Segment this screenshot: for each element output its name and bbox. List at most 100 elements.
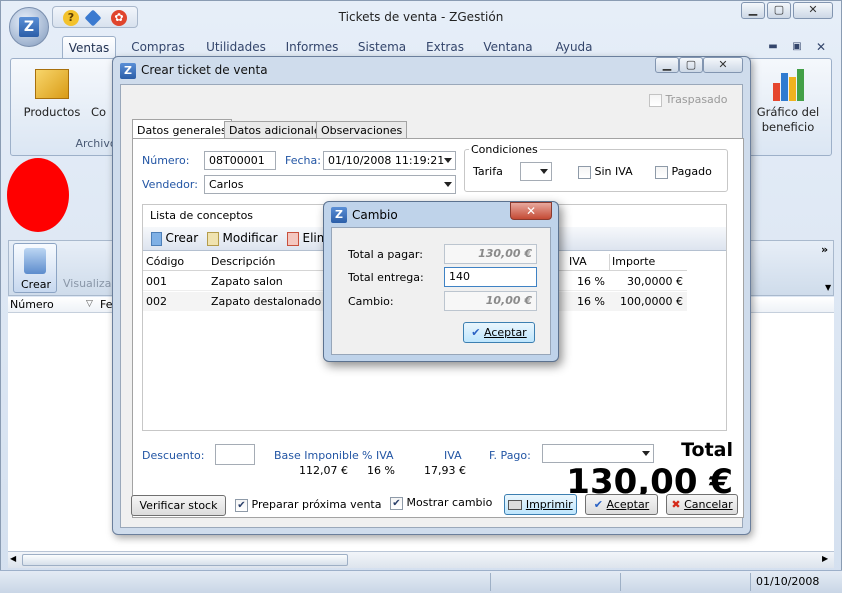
crear-concepto-button[interactable]: Crear — [151, 231, 198, 246]
document-add-icon — [24, 248, 46, 274]
descuento-input[interactable] — [215, 444, 255, 465]
col-iva[interactable]: IVA — [569, 255, 587, 268]
row-importe: 100,0000 € — [620, 295, 683, 308]
scroll-thumb[interactable] — [22, 554, 348, 566]
verificar-stock-button[interactable]: Verificar stock — [131, 495, 226, 516]
col-descripcion[interactable]: Descripción — [211, 255, 275, 268]
box-icon — [35, 69, 69, 99]
filter-icon[interactable]: ▽ — [86, 299, 93, 309]
cancelar-label: Cancelar — [684, 498, 733, 511]
diamond-icon[interactable] — [84, 9, 102, 27]
maximize-button[interactable]: ▢ — [767, 2, 791, 19]
scroll-right-icon[interactable]: ▶ — [822, 554, 828, 563]
red-circle-shape — [7, 158, 69, 232]
base-imponible-label: Base Imponible — [274, 449, 359, 462]
traspasado-checkbox[interactable]: Traspasado — [649, 93, 728, 107]
aceptar-button[interactable]: ✔ Aceptar — [585, 494, 658, 515]
pagado-checkbox[interactable]: Pagado — [655, 165, 712, 179]
chevron-down-icon — [642, 451, 650, 456]
vendedor-value: Carlos — [209, 178, 244, 191]
sin-iva-checkbox[interactable]: Sin IVA — [578, 165, 633, 179]
zgestion-icon: Z — [331, 207, 347, 223]
printer-icon — [508, 500, 523, 510]
fpago-label: F. Pago: — [489, 449, 531, 462]
chevron-down-icon — [540, 169, 548, 174]
tab-ayuda[interactable]: Ayuda — [548, 36, 600, 58]
total-entrega-input[interactable]: 140 — [444, 267, 537, 287]
total-label: Total — [681, 439, 733, 461]
condiciones-label: Condiciones — [469, 143, 540, 156]
tab-utilidades[interactable]: Utilidades — [202, 36, 270, 58]
row-descripcion: Zapato salon — [211, 275, 283, 288]
tab-ventana[interactable]: Ventana — [480, 36, 536, 58]
total-pagar-label: Total a pagar: — [348, 248, 423, 261]
cancelar-button[interactable]: ✖ Cancelar — [666, 494, 738, 515]
minimize-button[interactable]: ▁ — [741, 2, 765, 19]
cambio-aceptar-button[interactable]: ✔ Aceptar — [463, 322, 535, 343]
cambio-close-button[interactable]: ✕ — [510, 202, 552, 220]
cambio-aceptar-label: Aceptar — [484, 326, 527, 339]
fecha-input[interactable]: 01/10/2008 11:19:21 — [323, 151, 456, 170]
imprimir-button[interactable]: Imprimir — [504, 494, 577, 515]
tab-sistema[interactable]: Sistema — [356, 36, 408, 58]
edit-icon — [207, 232, 219, 246]
tab-informes[interactable]: Informes — [282, 36, 342, 58]
pct-iva-value: 16 % — [367, 464, 395, 477]
close-button[interactable]: ✕ — [793, 2, 833, 19]
app-logo-icon: Z — [19, 17, 39, 37]
modificar-concepto-label: Modificar — [222, 231, 278, 245]
mdi-minimize-button[interactable]: ▬ — [764, 36, 782, 58]
total-pagar-field: 130,00 € — [444, 244, 537, 264]
col-importe[interactable]: Importe — [612, 255, 655, 268]
crear-list-button[interactable]: Crear — [13, 243, 57, 293]
scroll-left-icon[interactable]: ◀ — [10, 554, 16, 563]
preparar-proxima-venta-checkbox[interactable]: Preparar próxima venta — [235, 498, 381, 512]
mdi-close-button[interactable]: ✕ — [812, 36, 830, 58]
mdi-restore-button[interactable]: ▣ — [788, 36, 806, 58]
chevron-down-icon — [444, 158, 452, 163]
award-icon[interactable]: ✿ — [111, 10, 127, 26]
col-numero[interactable]: Número — [10, 298, 54, 311]
iva-label: IVA — [444, 449, 462, 462]
tarifa-select[interactable] — [520, 162, 552, 181]
tab-ventas[interactable]: Ventas — [62, 36, 116, 58]
overflow-icon[interactable]: » — [821, 243, 828, 256]
modificar-concepto-button[interactable]: Modificar — [207, 231, 278, 246]
numero-input[interactable]: 08T00001 — [204, 151, 276, 170]
tab-datos-generales[interactable]: Datos generales — [132, 119, 232, 140]
dropdown-small-icon[interactable]: ▼ — [825, 283, 831, 292]
tab-compras[interactable]: Compras — [128, 36, 188, 58]
dialog-minimize-button[interactable]: ▁ — [655, 57, 679, 73]
checkmark-icon: ✔ — [593, 498, 603, 511]
document-add-icon — [151, 232, 162, 246]
cambio-title: Cambio — [352, 208, 398, 222]
vendedor-select[interactable]: Carlos — [204, 175, 456, 194]
sin-iva-label: Sin IVA — [594, 165, 633, 178]
help-icon[interactable]: ? — [63, 10, 79, 26]
fecha-label: Fecha: — [285, 154, 321, 167]
preparar-label: Preparar próxima venta — [251, 498, 382, 511]
chevron-down-icon — [444, 182, 452, 187]
grafico-beneficio-button[interactable]: Gráfico del beneficio — [751, 105, 825, 135]
productos-button[interactable]: Productos — [19, 105, 85, 119]
col-codigo[interactable]: Código — [146, 255, 184, 268]
pct-iva-label: % IVA — [362, 449, 394, 462]
crear-concepto-label: Crear — [165, 231, 199, 245]
tab-extras[interactable]: Extras — [422, 36, 468, 58]
status-date: 01/10/2008 — [756, 575, 820, 588]
cancel-icon: ✖ — [671, 498, 681, 511]
zgestion-icon: Z — [120, 63, 136, 79]
row-importe: 30,0000 € — [627, 275, 683, 288]
dialog-maximize-button[interactable]: ▢ — [679, 57, 703, 73]
fecha-value: 01/10/2008 11:19:21 — [328, 154, 445, 167]
dialog-close-button[interactable]: ✕ — [703, 57, 743, 73]
delete-icon — [287, 232, 299, 246]
status-bar: 01/10/2008 — [0, 570, 842, 593]
mostrar-cambio-checkbox[interactable]: Mostrar cambio — [390, 496, 492, 510]
visualizar-label[interactable]: Visualizar — [63, 277, 116, 290]
lista-conceptos-label: Lista de conceptos — [150, 209, 254, 222]
total-entrega-label: Total entrega: — [348, 271, 424, 284]
horizontal-scrollbar[interactable]: ◀ ▶ — [8, 551, 834, 568]
bar-chart-icon — [771, 69, 805, 101]
col-fecha[interactable]: Fe — [100, 298, 113, 311]
